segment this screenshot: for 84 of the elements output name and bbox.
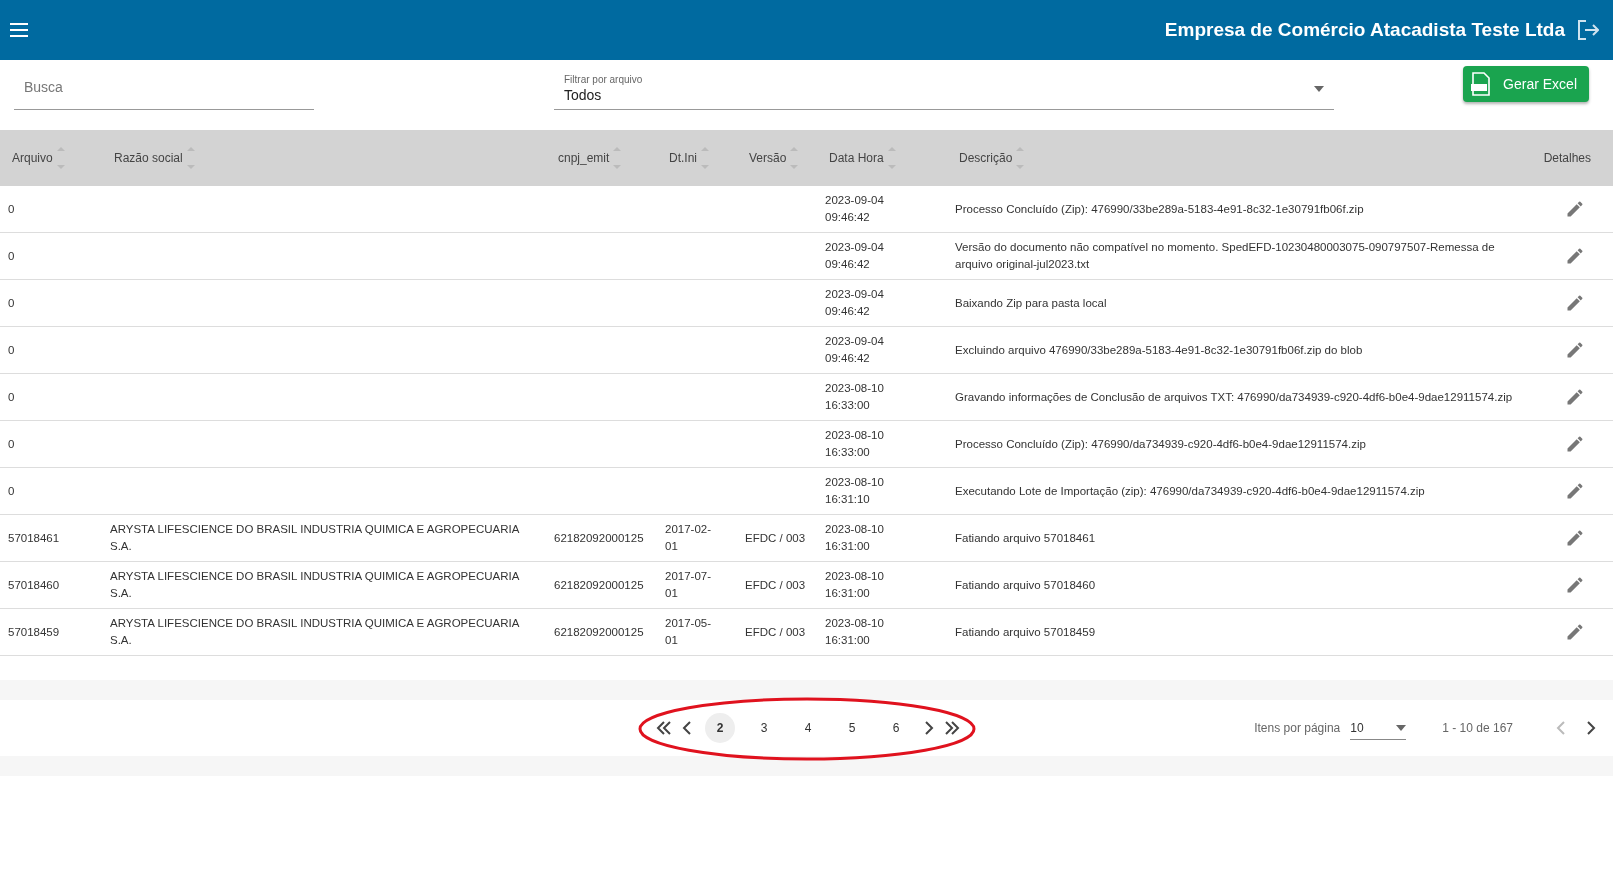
table-cell-text: Fatiando arquivo 57018459 xyxy=(954,624,1097,640)
table-cell-text: 2017-07-01 xyxy=(664,569,713,601)
sort-icon xyxy=(701,145,709,171)
column-header[interactable]: Razão social xyxy=(114,151,183,165)
table-cell-text: EFDC / 003 xyxy=(744,624,807,640)
table-cell-text: 57018461 xyxy=(7,530,61,546)
table-cell-text: 62182092000125 xyxy=(553,530,645,546)
table-cell-text: 57018460 xyxy=(7,577,61,593)
table-cell-text: 2017-05-01 xyxy=(664,616,713,648)
edit-icon[interactable] xyxy=(1565,293,1585,313)
table-cell-text: 2023-08-10 16:31:00 xyxy=(824,569,885,601)
table-cell-text: 0 xyxy=(7,295,16,311)
table-cell-text: 2023-08-10 16:33:00 xyxy=(824,428,885,460)
edit-icon[interactable] xyxy=(1565,340,1585,360)
edit-icon[interactable] xyxy=(1565,387,1585,407)
first-page-icon[interactable] xyxy=(655,720,673,736)
table-cell-text: ARYSTA LIFESCIENCE DO BRASIL INDUSTRIA QUIMICA E AGROPECUARIA S.A. xyxy=(109,522,521,554)
items-per-page-label: Itens por página xyxy=(1254,721,1341,735)
column-header[interactable]: Descrição xyxy=(959,151,1013,165)
page-button[interactable]: 3 xyxy=(749,713,779,743)
table-cell-text: Versão do documento não compatível no momento. SpedEFD-10230480003075-090797507-Remessa de arquivo original-jul2023.txt xyxy=(954,240,1496,272)
sort-icon xyxy=(56,145,65,171)
table-cell-text: 57018459 xyxy=(7,624,61,640)
table-cell-text: Processo Concluído (Zip): 476990/33be289a-5183-4e91-8c32-1e30791fb06f.zip xyxy=(954,201,1365,217)
table-cell-text: 0 xyxy=(7,201,16,217)
sort-icon xyxy=(887,145,896,171)
table-cell-text: 0 xyxy=(7,436,16,452)
file-filter-select[interactable]: Filtrar por arquivo Todos xyxy=(554,74,1334,110)
sort-icon xyxy=(186,145,195,171)
table-cell-text: 2017-02-01 xyxy=(664,522,713,554)
table-cell-text: 2023-09-04 09:46:42 xyxy=(824,287,885,319)
edit-icon[interactable] xyxy=(1565,528,1585,548)
column-header[interactable]: Dt.Ini xyxy=(669,151,697,165)
table-cell-text: 62182092000125 xyxy=(553,624,645,640)
last-page-icon[interactable] xyxy=(943,720,961,736)
column-header[interactable]: Arquivo xyxy=(12,151,53,165)
table-cell-text: 0 xyxy=(7,342,16,358)
dropdown-caret-icon xyxy=(1396,724,1407,731)
table-cell-text: 2023-08-10 16:31:00 xyxy=(824,522,885,554)
table-cell-text: ARYSTA LIFESCIENCE DO BRASIL INDUSTRIA QUIMICA E AGROPECUARIA S.A. xyxy=(109,616,521,648)
edit-icon[interactable] xyxy=(1565,575,1585,595)
page-button[interactable]: 2 xyxy=(705,713,735,743)
spreadsheet-file-icon xyxy=(1471,72,1492,96)
menu-icon[interactable] xyxy=(10,23,28,37)
dropdown-caret-icon xyxy=(1314,85,1324,92)
page-size-select[interactable]: 10 xyxy=(1350,716,1407,740)
column-header[interactable]: Data Hora xyxy=(829,151,884,165)
company-title: Empresa de Comércio Atacadista Teste Ltda xyxy=(1164,19,1565,41)
sort-icon xyxy=(1016,145,1025,171)
table-cell-text: EFDC / 003 xyxy=(744,530,807,546)
table-cell-text: 62182092000125 xyxy=(553,577,645,593)
page-button[interactable]: 4 xyxy=(793,713,823,743)
edit-icon[interactable] xyxy=(1565,199,1585,219)
edit-icon[interactable] xyxy=(1565,622,1585,642)
table-cell-text: Baixando Zip para pasta local xyxy=(954,295,1108,311)
column-header: Detalhes xyxy=(1543,151,1591,165)
logout-icon[interactable] xyxy=(1577,20,1599,40)
sort-icon xyxy=(613,145,622,171)
table-cell-text: 0 xyxy=(7,248,16,264)
table-cell-text: EFDC / 003 xyxy=(744,577,807,593)
range-label: 1 - 10 de 167 xyxy=(1442,721,1513,735)
table-cell-text: Processo Concluído (Zip): 476990/da734939-c920-4df6-b0e4-9dae12911574.zip xyxy=(954,436,1367,452)
table-cell-text: 2023-08-10 16:31:00 xyxy=(824,616,885,648)
table-cell-text: 0 xyxy=(7,483,16,499)
table-cell-text: 2023-09-04 09:46:42 xyxy=(824,334,885,366)
table-cell-text: 2023-08-10 16:33:00 xyxy=(824,381,885,413)
column-header[interactable]: cnpj_emit xyxy=(558,151,610,165)
edit-icon[interactable] xyxy=(1565,481,1585,501)
table-cell-text: Fatiando arquivo 57018460 xyxy=(954,577,1097,593)
column-header[interactable]: Versão xyxy=(749,151,787,165)
table-cell-text: 2023-09-04 09:46:42 xyxy=(824,240,885,272)
table-cell-text: 2023-09-04 09:46:42 xyxy=(824,193,885,225)
page-button[interactable]: 5 xyxy=(837,713,867,743)
table-cell-text: 2023-08-10 16:31:10 xyxy=(824,475,885,507)
table-cell-text: Excluindo arquivo 476990/33be289a-5183-4e91-8c32-1e30791fb06f.zip do blob xyxy=(954,342,1364,358)
table-cell-text: Executando Lote de Importação (zip): 476990/da734939-c920-4df6-b0e4-9dae12911574.zip xyxy=(954,483,1426,499)
table-cell-text: ARYSTA LIFESCIENCE DO BRASIL INDUSTRIA QUIMICA E AGROPECUARIA S.A. xyxy=(109,569,521,601)
page-button[interactable]: 6 xyxy=(881,713,911,743)
edit-icon[interactable] xyxy=(1565,246,1585,266)
sort-icon xyxy=(790,145,799,171)
table-cell-text: Fatiando arquivo 57018461 xyxy=(954,530,1097,546)
edit-icon[interactable] xyxy=(1565,434,1585,454)
table-cell-text: Gravando informações de Conclusão de arquivos TXT: 476990/da734939-c920-4df6-b0e4-9dae12911574.zip xyxy=(954,389,1514,405)
table-cell-text: 0 xyxy=(7,389,16,405)
